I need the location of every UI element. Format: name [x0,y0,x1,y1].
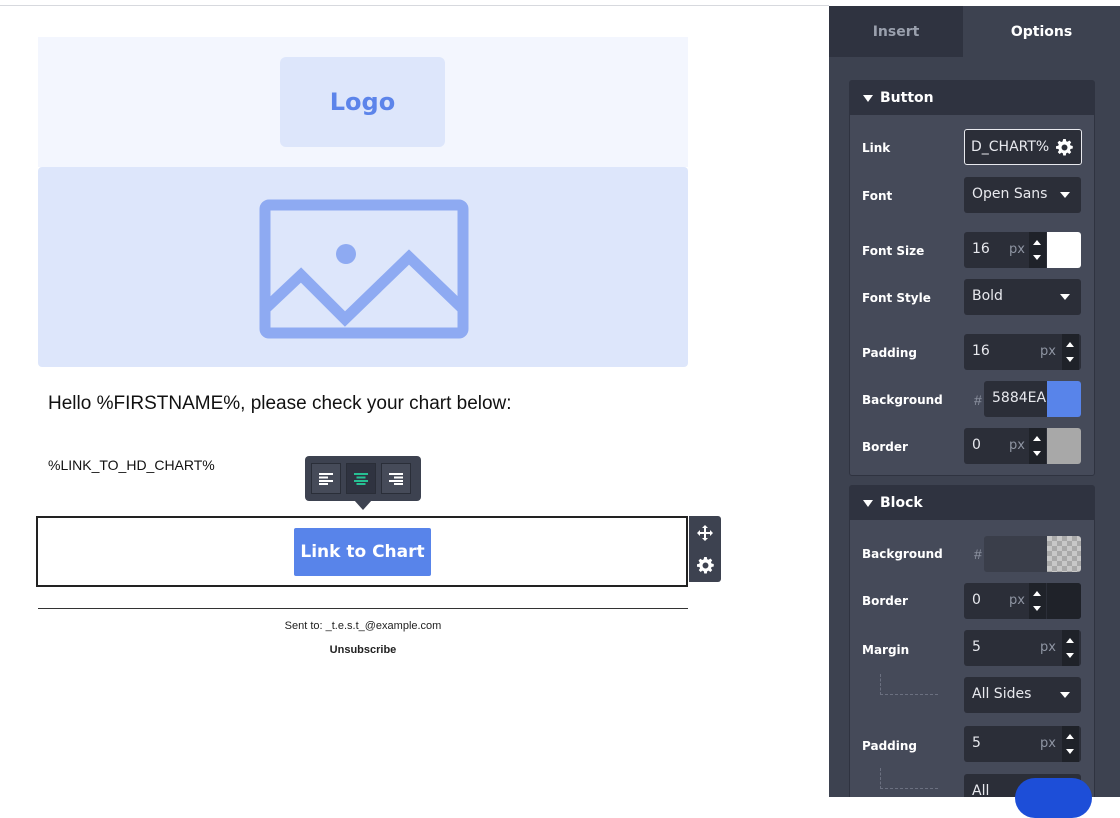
border-stepper[interactable] [1029,428,1046,464]
link-placeholder-text[interactable]: %LINK_TO_HD_CHART% [48,457,215,473]
block-border-stepper[interactable] [1029,583,1046,619]
padding-sides-value: All [972,783,990,797]
top-border [0,5,829,6]
font-size-input[interactable]: 16 px [964,232,1081,268]
px-unit: px [1009,438,1025,453]
logo-placeholder[interactable]: Logo [280,57,445,147]
margin-sides-value: All Sides [972,686,1032,702]
panel-tabs: Insert Options [829,6,1120,57]
button-block[interactable]: Link to Chart [36,516,688,587]
font-size-stepper[interactable] [1029,232,1046,268]
block-settings-button[interactable] [689,549,721,582]
background-label: Background [862,393,943,407]
block-background-label: Background [862,547,943,561]
border-label: Border [862,440,908,454]
gear-icon[interactable] [1056,139,1073,156]
sent-to-text: Sent to: _t.e.s.t_@example.com [284,620,442,632]
font-value: Open Sans [972,186,1048,202]
chevron-down-icon [1060,294,1070,300]
block-section-title: Block [880,495,923,511]
transparent-swatch[interactable] [1047,536,1081,572]
margin-sides-diagram [880,674,938,695]
margin-value: 5 [972,639,981,655]
email-canvas: Logo Hello %FIRSTNAME%, please check you… [36,37,721,656]
background-color-input[interactable]: 5884EA [984,381,1081,417]
greeting-text[interactable]: Hello %FIRSTNAME%, please check your cha… [48,393,512,415]
font-style-label: Font Style [862,291,931,305]
link-value: D_CHART% [971,139,1050,155]
block-border-label: Border [862,594,908,608]
font-style-value: Bold [972,288,1003,304]
font-color-swatch[interactable] [1047,232,1081,268]
border-input[interactable]: 0 px [964,428,1081,464]
block-section-header[interactable]: Block [850,486,1094,520]
button-section-header[interactable]: Button [850,81,1094,115]
alignment-toolbar [305,456,421,510]
align-center-button[interactable] [346,463,376,494]
margin-input[interactable]: 5 px [964,630,1081,666]
block-padding-input[interactable]: 5 px [964,726,1081,762]
block-padding-stepper[interactable] [1062,726,1079,762]
collapse-triangle-icon [863,94,873,102]
margin-sides-select[interactable]: All Sides [964,677,1081,713]
link-label: Link [862,141,891,155]
button-section-title: Button [880,90,934,106]
px-unit: px [1009,242,1025,257]
help-chat-button[interactable] [1015,778,1092,818]
font-style-select[interactable]: Bold [964,279,1081,315]
block-border-value: 0 [972,592,981,608]
padding-sides-diagram [880,768,938,789]
margin-stepper[interactable] [1062,630,1079,666]
border-color-swatch[interactable] [1047,428,1081,464]
padding-label: Padding [862,346,917,360]
footer-divider [38,608,688,609]
font-size-value: 16 [972,241,990,257]
background-value: 5884EA [992,390,1047,406]
font-select[interactable]: Open Sans [964,177,1081,213]
tab-options[interactable]: Options [963,6,1120,57]
px-unit: px [1040,344,1056,359]
font-label: Font [862,189,893,203]
image-icon [259,199,469,339]
block-border-input[interactable]: 0 px [964,583,1081,619]
font-size-label: Font Size [862,244,925,258]
block-border-color-swatch[interactable] [1047,583,1081,619]
px-unit: px [1009,593,1025,608]
button-section: Button Link D_CHART% Font Open Sans Font… [849,80,1095,476]
link-field[interactable]: D_CHART% [964,129,1082,165]
hash-symbol: # [974,546,982,562]
align-left-icon [319,472,333,485]
block-section: Block Background # Border 0 px Margin 5 … [849,485,1095,797]
px-unit: px [1040,736,1056,751]
toolbar-caret [354,500,372,510]
margin-label: Margin [862,643,910,657]
align-left-button[interactable] [311,463,341,494]
options-panel: Insert Options Button Link D_CHART% Font… [829,6,1120,797]
tab-insert[interactable]: Insert [829,6,963,57]
border-value: 0 [972,437,981,453]
padding-value: 16 [972,343,990,359]
padding-input[interactable]: 16 px [964,334,1081,370]
align-center-icon [354,472,368,485]
move-handle[interactable] [689,516,721,549]
hash-symbol: # [974,392,982,408]
block-padding-label: Padding [862,739,917,753]
unsubscribe-link[interactable]: Unsubscribe [38,644,688,656]
collapse-triangle-icon [863,499,873,507]
header-block[interactable]: Logo [38,37,688,167]
block-tools [689,516,721,582]
link-to-chart-button[interactable]: Link to Chart [294,528,431,576]
move-icon [697,524,713,541]
block-background-input[interactable] [984,536,1081,572]
align-right-icon [389,472,403,485]
block-padding-value: 5 [972,735,981,751]
chevron-down-icon [1060,692,1070,698]
chevron-down-icon [1060,192,1070,198]
gear-icon [696,557,714,574]
background-color-swatch[interactable] [1047,381,1081,417]
image-placeholder[interactable] [38,167,688,367]
px-unit: px [1040,640,1056,655]
align-right-button[interactable] [381,463,411,494]
padding-stepper[interactable] [1062,334,1079,370]
